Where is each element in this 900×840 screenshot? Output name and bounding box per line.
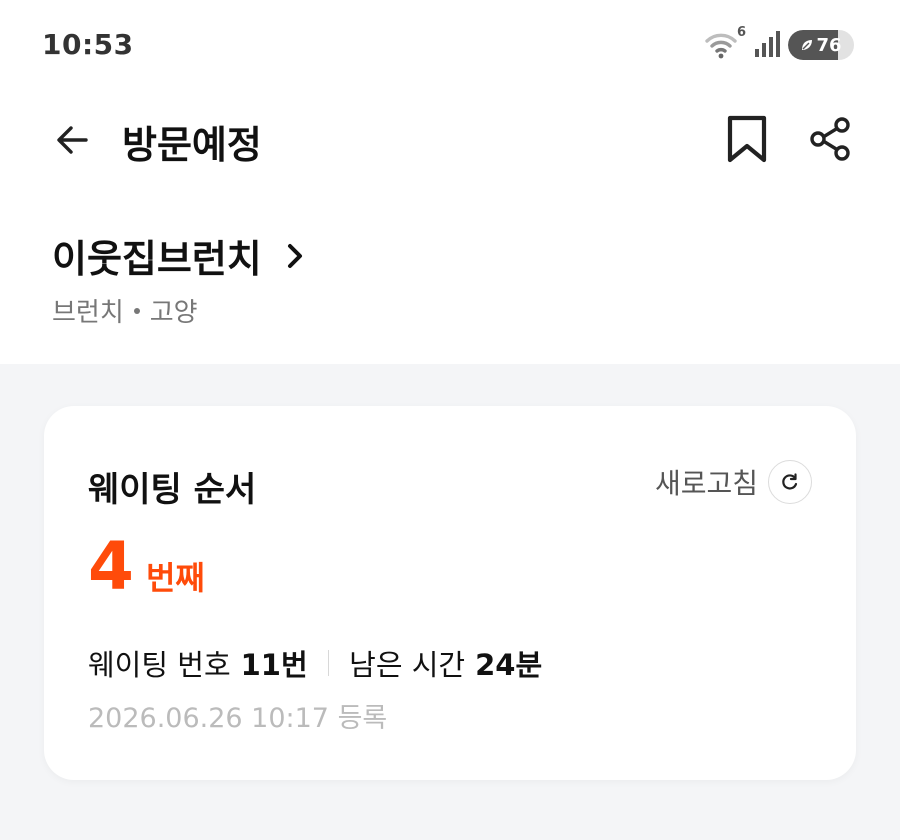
store-meta: 브런치 고양: [52, 292, 198, 329]
store-category: 브런치: [52, 298, 124, 328]
leaf-icon: [802, 40, 813, 50]
chevron-right-icon: [287, 243, 302, 268]
arrow-left-icon: [57, 126, 88, 154]
remaining-time-label: 남은 시간: [349, 648, 466, 682]
waiting-number-value: 11번: [240, 648, 308, 682]
store-name-link[interactable]: 이웃집브런치: [52, 228, 306, 283]
network-badge: 6: [736, 25, 746, 40]
bookmark-icon: [727, 115, 767, 163]
status-icons: 6 76: [704, 25, 854, 62]
bookmark-button[interactable]: [718, 110, 776, 168]
order-suffix: 번째: [145, 559, 205, 597]
app-header: 방문예정: [0, 90, 900, 190]
store-location: 고양: [149, 298, 198, 328]
page-title: 방문예정: [122, 123, 262, 167]
battery-level: 76: [816, 34, 842, 56]
separator-dot: [133, 307, 140, 314]
waiting-number-label: 웨이팅 번호: [88, 648, 231, 682]
remaining-time-value: 24분: [475, 648, 543, 682]
status-bar: 10:53 6 76: [0, 0, 900, 90]
battery-indicator: 76: [788, 30, 854, 60]
order-number: 4: [88, 528, 134, 605]
share-icon: [810, 117, 850, 161]
waiting-order: 4 번째: [88, 534, 205, 600]
store-name: 이웃집브런치: [52, 237, 262, 281]
content-area: 웨이팅 순서 새로고침 4 번째 웨이팅 번호 11번 남은 시간 24분 20…: [0, 364, 900, 840]
refresh-label: 새로고침: [654, 467, 758, 500]
store-info: 이웃집브런치 브런치 고양: [0, 190, 900, 364]
waiting-details: 웨이팅 번호 11번 남은 시간 24분: [88, 642, 542, 684]
signal-icon: [754, 29, 780, 61]
refresh-icon: [768, 460, 812, 504]
waiting-title: 웨이팅 순서: [88, 470, 257, 510]
detail-divider: [327, 650, 330, 676]
registered-date: 2026.06.26 10:17 등록: [88, 703, 388, 734]
waiting-card: 웨이팅 순서 새로고침 4 번째 웨이팅 번호 11번 남은 시간 24분 20…: [44, 406, 856, 780]
wifi-icon: 6: [704, 25, 746, 61]
refresh-button[interactable]: 새로고침: [655, 460, 812, 504]
share-button[interactable]: [800, 110, 860, 168]
back-button[interactable]: [44, 112, 100, 168]
status-time: 10:53: [42, 28, 134, 61]
